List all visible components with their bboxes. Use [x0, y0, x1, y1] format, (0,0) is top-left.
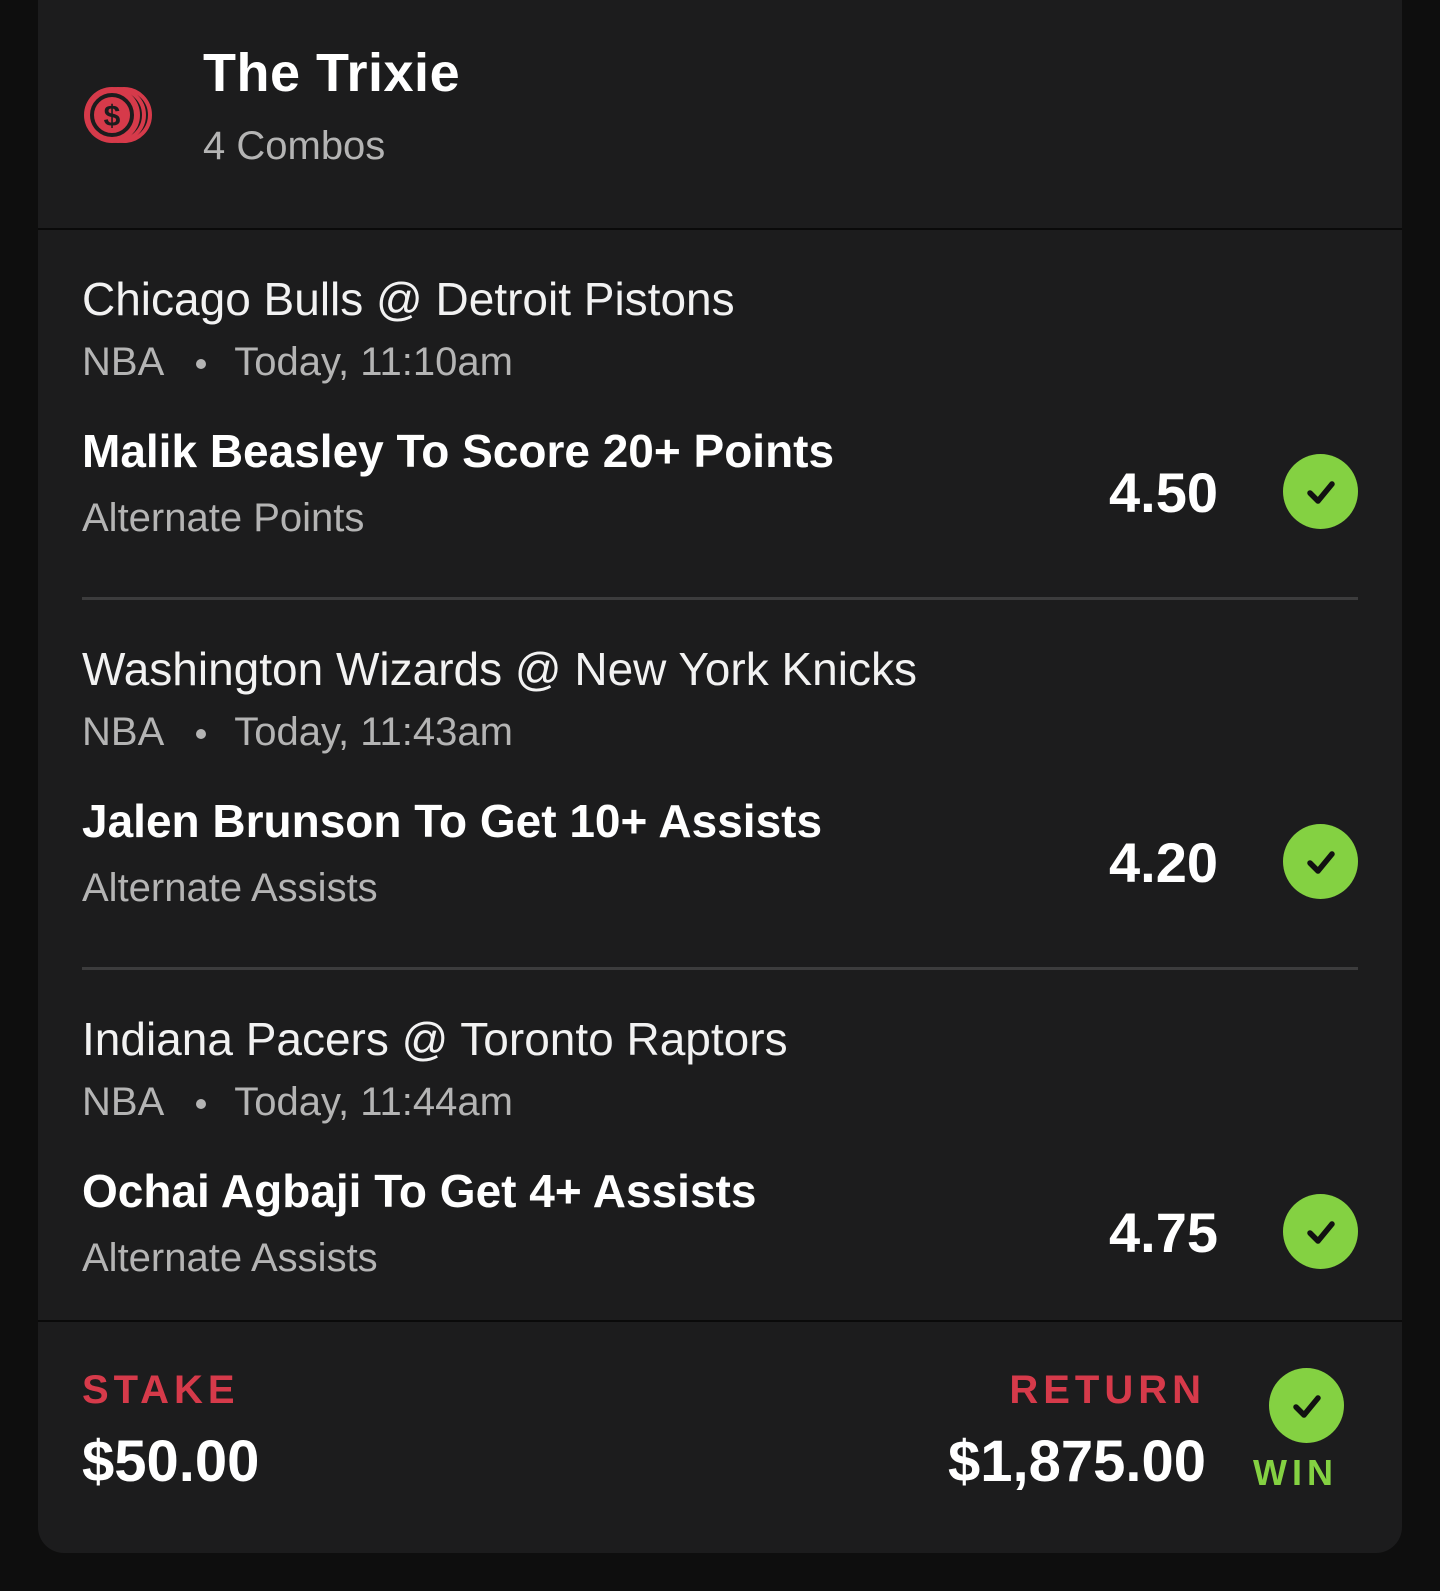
- match-meta: NBA Today, 11:43am: [82, 710, 513, 755]
- selection-name: Malik Beasley To Score 20+ Points: [82, 425, 835, 477]
- league-label: NBA: [82, 710, 165, 754]
- match-time: Today, 11:43am: [234, 710, 513, 754]
- check-icon: [1283, 454, 1358, 529]
- match-time: Today, 11:10am: [234, 340, 513, 384]
- check-icon: [1269, 1368, 1344, 1443]
- bet-subtitle: 4 Combos: [203, 124, 386, 168]
- svg-text:$: $: [104, 100, 121, 133]
- separator-dot: [196, 729, 207, 740]
- market-name: Alternate Assists: [82, 1236, 378, 1280]
- league-label: NBA: [82, 1080, 165, 1124]
- market-name: Alternate Assists: [82, 866, 378, 910]
- bet-title: The Trixie: [203, 43, 461, 103]
- stake-label: STAKE: [82, 1368, 240, 1412]
- separator-dot: [196, 359, 207, 370]
- match-title: Chicago Bulls @ Detroit Pistons: [82, 273, 735, 325]
- bet-summary: STAKE $50.00 RETURN $1,875.00 WIN: [38, 1320, 1402, 1555]
- match-title: Indiana Pacers @ Toronto Raptors: [82, 1013, 788, 1065]
- bet-leg[interactable]: Indiana Pacers @ Toronto Raptors NBA Toda…: [38, 970, 1402, 1340]
- bet-leg[interactable]: Chicago Bulls @ Detroit Pistons NBA Today…: [38, 230, 1402, 600]
- match-meta: NBA Today, 11:44am: [82, 1080, 513, 1125]
- selection-odds: 4.20: [1109, 831, 1218, 894]
- match-title: Washington Wizards @ New York Knicks: [82, 643, 917, 695]
- result-badge: WIN: [1253, 1452, 1338, 1493]
- separator-dot: [196, 1099, 207, 1110]
- selection-name: Jalen Brunson To Get 10+ Assists: [82, 795, 823, 847]
- market-name: Alternate Points: [82, 496, 365, 540]
- bet-leg[interactable]: Washington Wizards @ New York Knicks NBA…: [38, 600, 1402, 970]
- selection-odds: 4.75: [1109, 1201, 1218, 1264]
- match-meta: NBA Today, 11:10am: [82, 340, 513, 385]
- bet-card[interactable]: $ The Trixie 4 Combos Chicago Bulls @ De…: [38, 0, 1402, 1553]
- league-label: NBA: [82, 340, 165, 384]
- return-label: RETURN: [1009, 1368, 1206, 1412]
- coins-icon: $: [84, 87, 152, 143]
- selection-odds: 4.50: [1109, 461, 1218, 524]
- check-icon: [1283, 1194, 1358, 1269]
- selection-name: Ochai Agbaji To Get 4+ Assists: [82, 1165, 757, 1217]
- check-icon: [1283, 824, 1358, 899]
- stake-amount: $50.00: [82, 1429, 260, 1494]
- bet-header: $ The Trixie 4 Combos: [38, 0, 1402, 230]
- return-amount: $1,875.00: [947, 1429, 1206, 1494]
- match-time: Today, 11:44am: [234, 1080, 513, 1124]
